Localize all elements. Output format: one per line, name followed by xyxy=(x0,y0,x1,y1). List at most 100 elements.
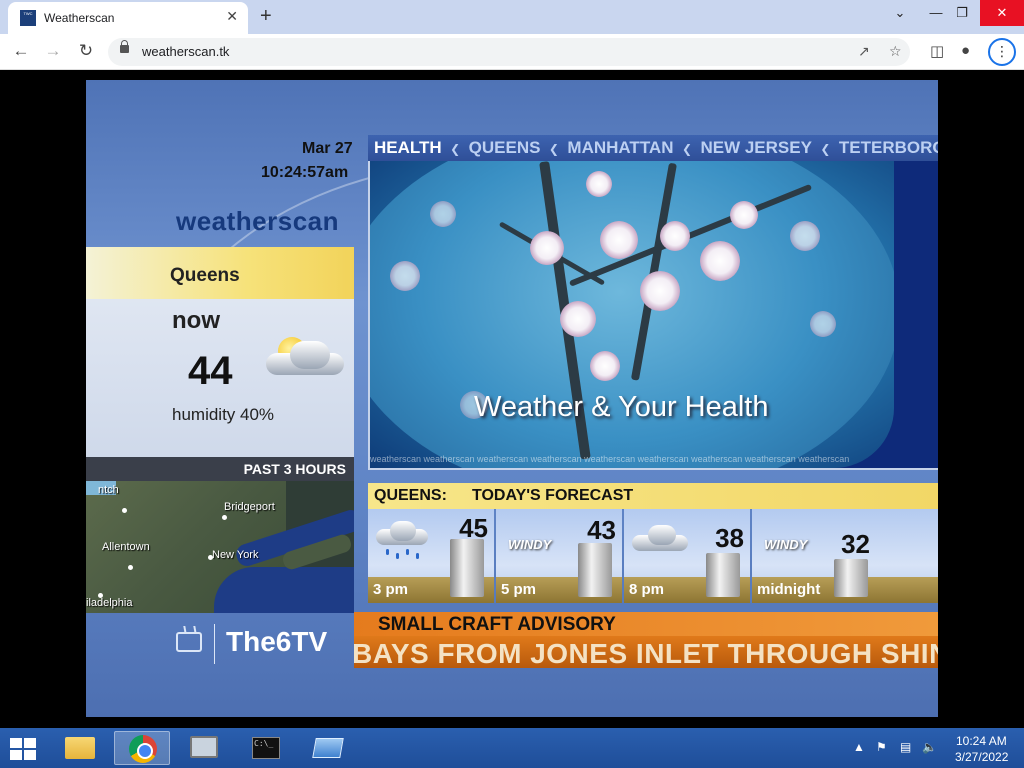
date-display: Mar 27 xyxy=(302,140,353,157)
blossom-shape xyxy=(530,231,564,265)
forecast-period: 38 8 pm xyxy=(624,509,750,603)
blossom-shape xyxy=(600,221,638,259)
forecast-temp: 38 xyxy=(715,523,744,553)
bookmark-star-icon[interactable]: ☆ xyxy=(889,43,902,60)
show-hidden-icons-icon[interactable]: ▲ xyxy=(853,740,865,754)
folder-icon xyxy=(65,737,95,759)
radar-label-new-york: New York xyxy=(212,549,259,561)
partly-cloudy-icon xyxy=(266,335,348,381)
rain-cloud-icon xyxy=(376,521,432,559)
advisory-crawl: BAYS FROM JONES INLET THROUGH SHIN xyxy=(354,636,938,668)
blossom-shape xyxy=(390,261,420,291)
tab-weatherscan[interactable]: TWC Weatherscan ✕ xyxy=(8,2,248,34)
forecast-period: WINDY 32 midnight xyxy=(752,509,938,603)
atlantic-ocean xyxy=(214,567,354,613)
temp-bar xyxy=(578,543,612,597)
windy-icon: WINDY xyxy=(508,537,552,552)
forecast-time: 5 pm xyxy=(501,581,537,598)
taskbar-clock-time[interactable]: 10:24 AM xyxy=(956,734,1007,748)
watermark-text: weatherscan weatherscan weatherscan weat… xyxy=(370,454,850,464)
lock-icon[interactable] xyxy=(120,40,129,53)
tv-icon xyxy=(176,632,202,652)
taskbar-app[interactable] xyxy=(300,731,356,765)
share-icon[interactable]: ↗ xyxy=(858,43,870,60)
forecast-temp: 32 xyxy=(841,529,870,559)
forecast-columns: 45 3 pm WINDY 43 5 pm 38 8 pm WINDY 32 m… xyxy=(368,509,938,603)
city-dot xyxy=(128,565,133,570)
crawl-item-teterboro: TETERBORO xyxy=(838,138,938,157)
temp-bar xyxy=(706,553,740,597)
monitor-icon xyxy=(190,736,218,758)
cloud-icon xyxy=(632,521,688,551)
blossom-shape xyxy=(640,271,680,311)
network-icon[interactable]: ▤ xyxy=(900,740,911,754)
now-label: now xyxy=(172,307,220,334)
chrome-icon xyxy=(129,735,157,763)
browser-tab-strip: TWC Weatherscan ✕ + ⌄ — ❐ ✕ xyxy=(0,0,1024,34)
panel-title: Weather & Your Health xyxy=(474,391,769,423)
reload-icon[interactable]: ↻ xyxy=(75,41,97,61)
crawl-item-new-jersey: NEW JERSEY xyxy=(700,138,812,157)
chrome-menu-button[interactable]: ⋮ xyxy=(988,38,1016,66)
forecast-title: TODAY'S FORECAST xyxy=(472,487,634,504)
back-arrow-icon[interactable]: ← xyxy=(10,41,32,61)
channel-name: The6TV xyxy=(226,626,328,657)
forecast-period: WINDY 43 5 pm xyxy=(496,509,622,603)
forecast-header: QUEENS: TODAY'S FORECAST xyxy=(368,483,938,509)
windows-start-icon[interactable] xyxy=(10,738,36,760)
blossom-shape xyxy=(586,171,612,197)
past-hours-label: PAST 3 HOURS xyxy=(243,461,346,477)
crawl-separator-icon: ❮ xyxy=(820,142,831,156)
humidity-reading: humidity 40% xyxy=(172,405,275,424)
radar-label-norwich: ntch xyxy=(98,484,119,496)
forecast-time: 3 pm xyxy=(373,581,409,598)
close-tab-icon[interactable]: ✕ xyxy=(226,8,238,25)
forward-arrow-icon[interactable]: → xyxy=(42,41,64,61)
time-display: 10:24:57am xyxy=(261,164,349,181)
close-window-button[interactable]: ✕ xyxy=(980,0,1024,26)
taskbar-performance-monitor[interactable] xyxy=(176,731,232,765)
city-name: Queens xyxy=(170,265,240,286)
volume-muted-icon[interactable]: 🔈 xyxy=(922,740,937,754)
current-temperature: 44 xyxy=(188,349,233,393)
profile-avatar-icon[interactable]: ● xyxy=(961,42,970,59)
taskbar-command-prompt[interactable]: C:\_ xyxy=(238,731,294,765)
temp-bar xyxy=(834,559,868,597)
taskbar-chrome[interactable] xyxy=(114,731,170,765)
crawl-item-manhattan: MANHATTAN xyxy=(567,138,674,157)
health-panel: Weather & Your Health weatherscan weathe… xyxy=(368,161,938,470)
radar-label-philadelphia: iladelphia xyxy=(86,597,133,609)
crawl-separator-icon: ❮ xyxy=(450,142,461,156)
crawl-separator-icon: ❮ xyxy=(681,142,693,156)
command-prompt-icon: C:\_ xyxy=(252,737,280,759)
action-center-flag-icon[interactable]: ⚑ xyxy=(876,740,887,754)
address-bar[interactable]: weatherscan.tk ↗ ☆ xyxy=(108,38,910,66)
taskbar-file-explorer[interactable] xyxy=(52,731,108,765)
maximize-button[interactable]: ❐ xyxy=(944,0,980,26)
blossom-shape xyxy=(700,241,740,281)
taskbar-clock-date[interactable]: 3/27/2022 xyxy=(955,750,1008,764)
weatherscan-logo: weatherscan xyxy=(176,206,340,236)
temp-bar xyxy=(450,539,484,597)
advisory-header: SMALL CRAFT ADVISORY xyxy=(354,612,938,636)
new-tab-button[interactable]: + xyxy=(260,5,272,28)
weather-channel-favicon-icon: TWC xyxy=(20,10,36,26)
city-dot xyxy=(222,515,227,520)
blossom-shape xyxy=(660,221,690,251)
current-conditions: now 44 humidity 40% xyxy=(86,299,354,457)
blossom-shape xyxy=(730,201,758,229)
side-panel-icon[interactable]: ◫ xyxy=(930,42,944,60)
blossom-shape xyxy=(810,311,836,337)
tab-search-dropdown-icon[interactable]: ⌄ xyxy=(882,0,918,26)
forecast-time: midnight xyxy=(757,581,821,598)
crawl-item-health: HEALTH xyxy=(374,138,442,157)
url-text[interactable]: weatherscan.tk xyxy=(142,44,229,59)
past-hours-header: PAST 3 HOURS xyxy=(86,457,354,481)
crawl-item-queens: QUEENS xyxy=(468,138,541,157)
city-dot xyxy=(208,555,213,560)
radar-map: ntch Bridgeport Allentown New York ilade… xyxy=(86,481,354,613)
topic-crawl-bar: HEALTH ❮ QUEENS ❮ MANHATTAN ❮ NEW JERSEY… xyxy=(368,135,938,161)
windows-taskbar: C:\_ ▲ ⚑ ▤ 🔈 10:24 AM 3/27/2022 xyxy=(0,728,1024,768)
crawl-separator-icon: ❮ xyxy=(548,142,559,156)
browser-toolbar: ← → ↻ weatherscan.tk ↗ ☆ ◫ ● ⋮ xyxy=(0,34,1024,70)
